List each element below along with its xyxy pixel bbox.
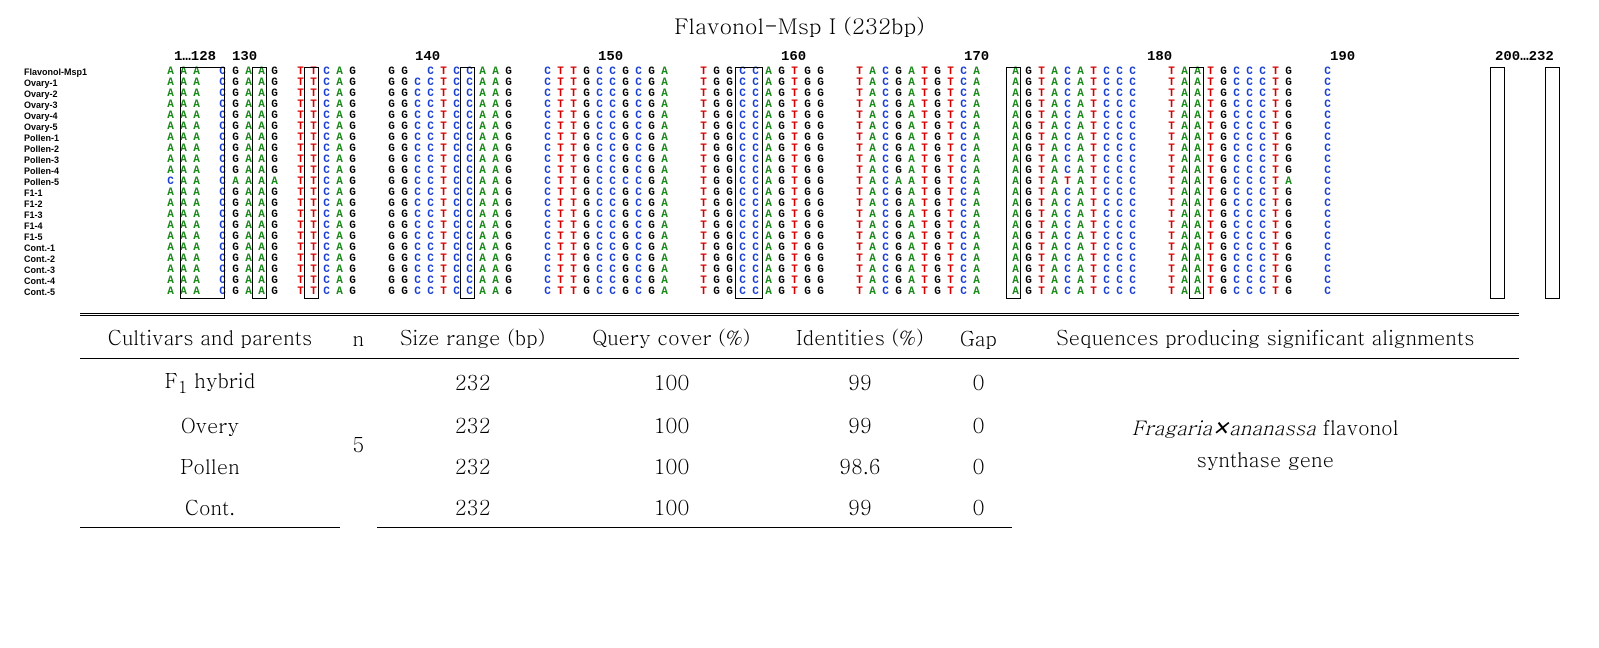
header-size: Size range (bp) bbox=[377, 315, 569, 359]
cell-qcover: 100 bbox=[568, 404, 774, 445]
header-ident: Identities (%) bbox=[774, 315, 945, 359]
ruler-label: 160 bbox=[781, 49, 806, 65]
sequence-row: Cont.-2AAA CGAAG TTCAG GGCCTCCAAG CTTGCC… bbox=[20, 254, 1579, 265]
sequence-label: F1-4 bbox=[20, 221, 164, 232]
sequence-label: Flavonol-Msp1 bbox=[20, 67, 164, 78]
cell-ident: 98.6 bbox=[774, 445, 945, 486]
ruler-label: 190 bbox=[1330, 49, 1355, 65]
header-gap: Gap bbox=[945, 315, 1011, 359]
sequence-row: F1-4AAA CGAAG TTCAG GGCCTCCAAG CTTGCCGCG… bbox=[20, 221, 1579, 232]
sequence-row: F1-5AAA CGAAG TTCAG GGCCTCCAAG CTTGCCGCG… bbox=[20, 232, 1579, 243]
sequence-row: F1-3AAA CGAAG TTCAG GGCCTCCAAG CTTGCCGCG… bbox=[20, 210, 1579, 221]
sequence-row: Ovary-1AAA CGAAG TTCAG GGCCTCCAAG CTTGCC… bbox=[20, 78, 1579, 89]
header-qcover: Query cover (%) bbox=[568, 315, 774, 359]
sequence-label: Ovary-5 bbox=[20, 122, 164, 133]
cell-qcover: 100 bbox=[568, 486, 774, 528]
sequence-row: Cont.-1AAA CGAAG TTCAG GGCCTCCAAG CTTGCC… bbox=[20, 243, 1579, 254]
sequence-label: Pollen-2 bbox=[20, 144, 164, 155]
cell-sigalign: Fragaria✕ananassa flavonolsynthase gene bbox=[1012, 359, 1520, 528]
ruler-label: 140 bbox=[415, 49, 440, 65]
cell-cultivar: Pollen bbox=[80, 445, 340, 486]
results-table-block: Cultivars and parents n Size range (bp) … bbox=[80, 313, 1519, 528]
header-n: n bbox=[340, 315, 377, 359]
sequence-rows: Flavonol-Msp1AAA CGAAG TTCAG GG CTCCAAG … bbox=[20, 67, 1579, 298]
header-cultivars: Cultivars and parents bbox=[80, 315, 340, 359]
cell-ident: 99 bbox=[774, 359, 945, 405]
cell-qcover: 100 bbox=[568, 445, 774, 486]
sequence-label: Cont.-3 bbox=[20, 265, 164, 276]
cell-cultivar: F1 hybrid bbox=[80, 359, 340, 405]
sequence-label: Ovary-4 bbox=[20, 111, 164, 122]
cell-size: 232 bbox=[377, 359, 569, 405]
cell-size: 232 bbox=[377, 486, 569, 528]
sequence-row: Cont.-3AAA CGAAG TTCAG GGCCTCCAAG CTTGCC… bbox=[20, 265, 1579, 276]
sequence-label: Pollen-3 bbox=[20, 155, 164, 166]
sequence-row: Pollen-1AAA CGAAG TTCAG GGCCTCCAAG CTTGC… bbox=[20, 133, 1579, 144]
ruler-label: 130 bbox=[232, 49, 257, 65]
alignment-ruler: 1…128130140150160170180190200…232 bbox=[180, 49, 1579, 67]
sequence-label: Cont.-2 bbox=[20, 254, 164, 265]
table-row: F1 hybrid5232100990Fragaria✕ananassa fla… bbox=[80, 359, 1519, 405]
sequence-label: F1-2 bbox=[20, 199, 164, 210]
sequence-label: Pollen-4 bbox=[20, 166, 164, 177]
cell-gap: 0 bbox=[945, 404, 1011, 445]
sequence-label: Ovary-2 bbox=[20, 89, 164, 100]
cell-qcover: 100 bbox=[568, 359, 774, 405]
cell-gap: 0 bbox=[945, 445, 1011, 486]
sequence-label: Pollen-5 bbox=[20, 177, 164, 188]
sequence-bases: AAA CGAAG TTCAG GGCCTCCAAG CTTGCCGCGA TG… bbox=[164, 287, 1334, 298]
ruler-label: 150 bbox=[598, 49, 623, 65]
cell-cultivar: Cont. bbox=[80, 486, 340, 528]
ruler-label: 200…232 bbox=[1495, 49, 1554, 65]
sequence-label: F1-1 bbox=[20, 188, 164, 199]
ruler-label: 1…128 bbox=[174, 49, 216, 65]
results-table: Cultivars and parents n Size range (bp) … bbox=[80, 313, 1519, 528]
sequence-row: Cont.-5AAA CGAAG TTCAG GGCCTCCAAG CTTGCC… bbox=[20, 287, 1579, 298]
sequence-label: Cont.-5 bbox=[20, 287, 164, 298]
alignment-block: 1…128 130 140 150 160 170 180 190 200…232 Flavon… bbox=[20, 49, 1579, 298]
cell-ident: 99 bbox=[774, 486, 945, 528]
sequence-label: Ovary-1 bbox=[20, 78, 164, 89]
sequence-label: F1-5 bbox=[20, 232, 164, 243]
sequence-row: Cont.-4AAA CGAAG TTCAG GGCCTCCAAG CTTGCC… bbox=[20, 276, 1579, 287]
sequence-row: F1-1AAA CGAAG TTCAG GGCCTCCAAG CTTGCCGCG… bbox=[20, 188, 1579, 199]
sequence-label: Cont.-4 bbox=[20, 276, 164, 287]
sequence-row: Flavonol-Msp1AAA CGAAG TTCAG GG CTCCAAG … bbox=[20, 67, 1579, 78]
ruler-label: 180 bbox=[1147, 49, 1172, 65]
page-title: Flavonol-Msp I (232bp) bbox=[20, 10, 1579, 41]
ruler-label: 170 bbox=[964, 49, 989, 65]
cell-gap: 0 bbox=[945, 359, 1011, 405]
cell-size: 232 bbox=[377, 445, 569, 486]
cell-cultivar: Overy bbox=[80, 404, 340, 445]
sequence-label: Cont.-1 bbox=[20, 243, 164, 254]
sequence-row: F1-2AAA CGAAG TTCAG GGCCTCCAAG CTTGCCGCG… bbox=[20, 199, 1579, 210]
cell-ident: 99 bbox=[774, 404, 945, 445]
cell-size: 232 bbox=[377, 404, 569, 445]
sequence-row: Pollen-5CAA CAAAA TTCAG GGCCTCCAAG CTTGC… bbox=[20, 177, 1579, 188]
table-header-row: Cultivars and parents n Size range (bp) … bbox=[80, 315, 1519, 359]
table-body: F1 hybrid5232100990Fragaria✕ananassa fla… bbox=[80, 359, 1519, 528]
sequence-row: Ovary-4AAA CGAAG TTCAG GGCCTCCAAG CTTGCC… bbox=[20, 111, 1579, 122]
sequence-row: Ovary-2AAA CGAAG TTCAG GGCCTCCAAG CTTGCC… bbox=[20, 89, 1579, 100]
sequence-row: Pollen-4AAA CGAAG TTCAG GGCCTCCAAG CTTGC… bbox=[20, 166, 1579, 177]
header-sigalign: Sequences producing significant alignmen… bbox=[1012, 315, 1520, 359]
sequence-row: Ovary-5AAA CGAAG TTCAG GGCCTCCAAG CTTGCC… bbox=[20, 122, 1579, 133]
sequence-label: Pollen-1 bbox=[20, 133, 164, 144]
sequence-row: Pollen-2AAA CGAAG TTCAG GGCCTCCAAG CTTGC… bbox=[20, 144, 1579, 155]
cell-n: 5 bbox=[340, 359, 377, 528]
sequence-row: Ovary-3AAA CGAAG TTCAG GGCCTCCAAG CTTGCC… bbox=[20, 100, 1579, 111]
sequence-label: Ovary-3 bbox=[20, 100, 164, 111]
sequence-row: Pollen-3AAA CGAAG TTCAG GGCCTCCAAG CTTGC… bbox=[20, 155, 1579, 166]
sequence-label: F1-3 bbox=[20, 210, 164, 221]
cell-gap: 0 bbox=[945, 486, 1011, 528]
